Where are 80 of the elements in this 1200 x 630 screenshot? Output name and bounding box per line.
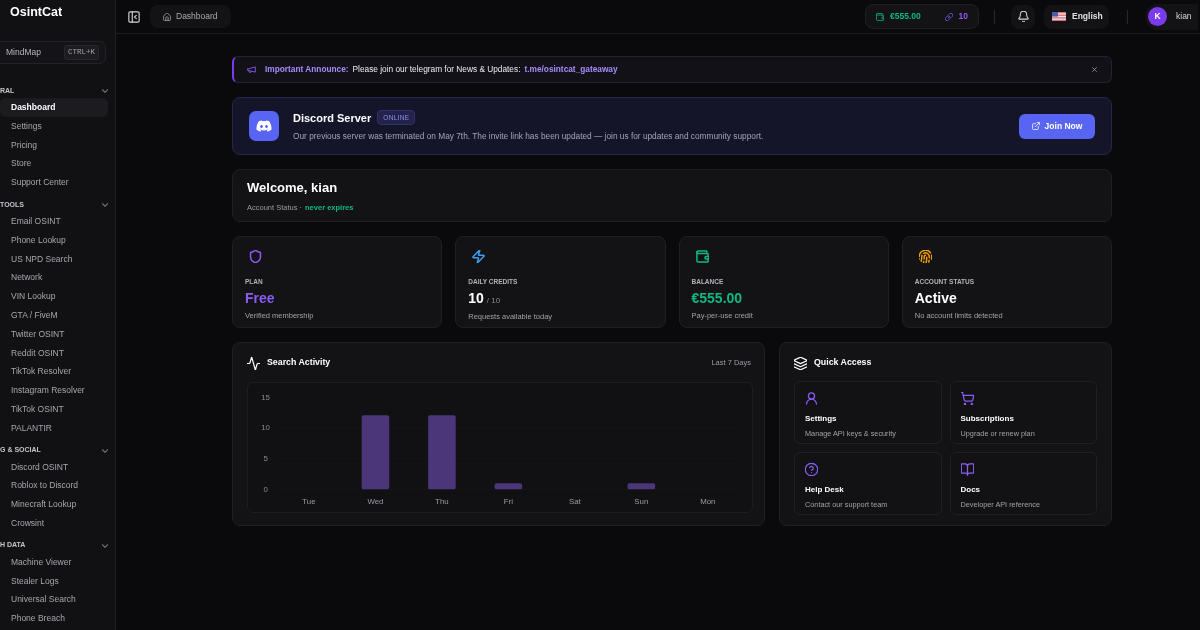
bell-icon — [1017, 11, 1029, 22]
chart-bar — [494, 483, 523, 490]
x-axis-label: Mon — [700, 497, 716, 507]
stat-value: €555.00 — [691, 289, 743, 306]
sidebar-item[interactable]: TikTok Resolver — [0, 362, 108, 382]
card-title: Quick Access — [814, 356, 872, 370]
sidebar-item[interactable]: Support Center — [0, 173, 108, 192]
stat-value: 10 — [468, 289, 484, 306]
sidebar-item[interactable]: Minecraft Lookup — [0, 495, 108, 514]
sidebar-item[interactable]: PALANTIR — [0, 418, 108, 438]
card-title: Search Activity — [267, 356, 331, 370]
sidebar-item[interactable]: Dashboard — [0, 98, 108, 117]
sidebar-item[interactable]: Email OSINT — [0, 212, 108, 231]
notifications-button[interactable] — [1011, 4, 1035, 29]
avatar-initial: K — [1148, 7, 1167, 26]
sidebar-item[interactable]: Reddit OSINT — [0, 343, 108, 363]
welcome-title: Welcome, kian — [247, 179, 339, 198]
help-icon — [805, 463, 818, 476]
sidebar-item[interactable]: Roblox to Discord — [0, 476, 108, 496]
credits-text: 10 — [958, 10, 968, 23]
sidebar-item[interactable]: Instagram Resolver — [0, 381, 108, 400]
announcement-label: Important Announce: — [265, 63, 349, 76]
sidebar-item[interactable]: Settings — [0, 116, 108, 136]
home-icon — [163, 12, 171, 21]
flag-icon — [1052, 12, 1066, 21]
x-axis-label: Wed — [367, 497, 384, 507]
sidebar-item[interactable]: Machine Viewer — [0, 552, 108, 572]
sidebar-item[interactable]: Stealer Logs — [0, 571, 108, 591]
app-logo-text: OsintCat — [10, 3, 63, 21]
user-menu-button[interactable]: K kian — [1145, 3, 1198, 30]
announcement-text: Please join our telegram for News & Updates: — [352, 63, 521, 76]
wallet-icon — [876, 12, 884, 21]
sidebar-item[interactable]: VIN Lookup — [0, 287, 108, 306]
tile-title: Subscriptions — [960, 413, 1015, 425]
x-axis-label: Sun — [634, 497, 649, 507]
pulse-icon — [247, 356, 260, 370]
y-axis-label: 15 — [261, 392, 270, 402]
sidebar-item[interactable]: Pricing — [0, 135, 108, 155]
x-axis-label: Tue — [302, 497, 316, 507]
join-button[interactable]: Join Now — [1019, 113, 1095, 139]
chart-bar — [627, 483, 656, 490]
y-axis-label: 10 — [261, 423, 270, 433]
sidebar-item[interactable]: Crowsint — [0, 513, 108, 533]
x-axis-label: Fri — [503, 497, 513, 507]
chat-logo-icon — [249, 111, 279, 141]
sidebar-item[interactable]: Store — [0, 154, 108, 174]
stat-value-suffix: / 10 — [486, 294, 501, 307]
tile-title: Help Desk — [805, 484, 845, 496]
stat-value: Free — [245, 289, 275, 306]
sidebar-item[interactable]: Universal Search — [0, 590, 108, 610]
discord-description: Our previous server was terminated on May 7th. The invite link has been updated — join us for updates and community support. — [293, 130, 764, 143]
book-icon — [960, 463, 974, 476]
telegram-link[interactable]: t.me/osintcat_gateaway — [524, 63, 618, 76]
sidebar-item[interactable]: Discord OSINT — [0, 457, 108, 477]
sidebar-item[interactable]: GTA / FiveM — [0, 305, 108, 325]
sidebar-item[interactable]: TikTok OSINT — [0, 399, 108, 419]
link-icon — [944, 12, 953, 21]
sidebar-item[interactable]: Phone Breach — [0, 609, 108, 628]
x-axis-label: Sat — [568, 497, 581, 507]
sidebar-item[interactable]: Phone Lookup — [0, 230, 108, 250]
language-button[interactable]: English — [1044, 4, 1109, 29]
stat-value: Active — [914, 289, 957, 306]
sidebar-item[interactable]: Network — [0, 268, 108, 288]
sidebar-item[interactable]: US NPD Search — [0, 249, 108, 269]
balance-text: €555.00 — [890, 10, 921, 23]
y-axis-label: 5 — [263, 454, 268, 464]
megaphone-icon — [247, 65, 256, 74]
panel-toggle-icon[interactable] — [128, 10, 140, 23]
close-icon[interactable] — [1091, 66, 1098, 73]
layers-icon — [794, 356, 807, 370]
tile-title: Docs — [960, 484, 982, 496]
x-axis-label: Thu — [435, 497, 449, 507]
user-icon — [805, 392, 818, 405]
cart-icon — [960, 392, 974, 405]
breadcrumb-link[interactable]: Dashboard — [150, 5, 231, 28]
tile-title: Settings — [805, 413, 838, 425]
sidebar-item[interactable]: Twitter OSINT — [0, 324, 108, 344]
y-axis-label: 0 — [263, 485, 268, 495]
external-link-icon — [1031, 122, 1040, 130]
discord-title: Discord Server — [293, 110, 372, 126]
